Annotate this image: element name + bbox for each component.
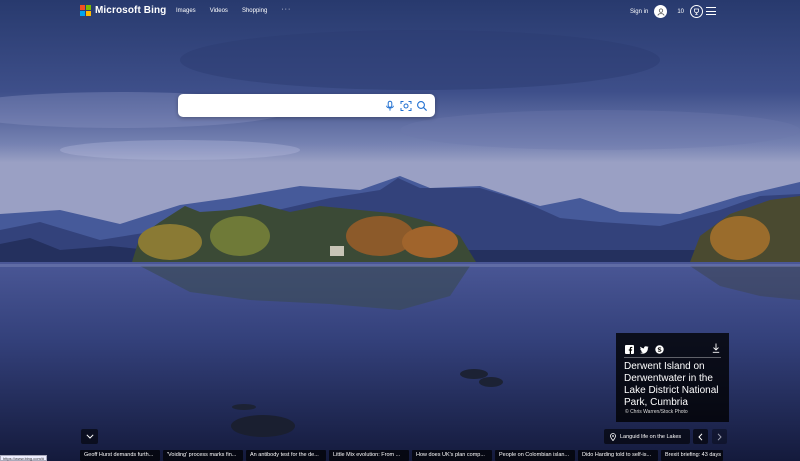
news-item[interactable]: Dido Harding told to self-is... — [578, 450, 658, 461]
news-item[interactable]: How does UK's plan comp... — [412, 450, 492, 461]
brand-name: Microsoft Bing — [95, 5, 167, 16]
search-icon[interactable] — [416, 99, 428, 112]
news-strip: Geoff Hurst demands furth... 'Voiding' p… — [80, 450, 723, 461]
search-box — [178, 94, 435, 117]
news-item[interactable]: Brexit briefing: 43 days — [661, 450, 723, 461]
next-image-button[interactable] — [712, 429, 727, 444]
nav-shopping[interactable]: Shopping — [242, 8, 267, 14]
location-pin-icon — [610, 432, 616, 441]
news-item[interactable]: An antibody test for the de... — [246, 450, 326, 461]
chevron-right-icon — [717, 432, 722, 441]
nav-videos[interactable]: Videos — [210, 8, 228, 14]
news-item[interactable]: Geoff Hurst demands furth... — [80, 450, 160, 461]
microphone-icon[interactable] — [384, 99, 396, 111]
microsoft-logo-icon — [80, 5, 91, 16]
nav-more-button[interactable]: ··· — [281, 6, 291, 14]
account-area: Sign in 10 — [630, 5, 703, 18]
previous-image-button[interactable] — [693, 429, 708, 444]
rewards-points[interactable]: 10 — [677, 9, 684, 15]
news-item[interactable]: People on Colombian islan... — [495, 450, 575, 461]
location-label: Languid life on the Lakes — [620, 433, 682, 440]
search-input[interactable] — [186, 98, 381, 113]
card-divider — [624, 357, 721, 358]
image-credit: © Chris Warren/Stock Photo — [625, 409, 688, 415]
twitter-icon[interactable] — [640, 341, 649, 354]
facebook-icon[interactable] — [625, 341, 634, 354]
chevron-left-icon — [698, 432, 703, 441]
expand-feed-button[interactable] — [81, 429, 98, 444]
user-avatar-icon[interactable] — [654, 5, 668, 18]
chevron-down-icon — [85, 434, 94, 439]
rewards-trophy-icon[interactable] — [690, 5, 703, 18]
top-header: Microsoft Bing Images Videos Shopping ··… — [0, 0, 800, 24]
status-bar-url: https://www.bing.com/# — [0, 455, 48, 461]
skype-icon[interactable] — [655, 341, 664, 354]
bing-logo[interactable]: Microsoft Bing — [80, 5, 166, 16]
sign-in-link[interactable]: Sign in — [630, 9, 648, 15]
image-title[interactable]: Derwent Island on Derwentwater in the La… — [624, 361, 728, 409]
image-location-link[interactable]: Languid life on the Lakes — [604, 429, 690, 444]
visual-search-icon[interactable] — [400, 99, 412, 111]
menu-hamburger-icon[interactable] — [706, 7, 716, 15]
image-info-card: Derwent Island on Derwentwater in the La… — [616, 333, 729, 422]
download-icon[interactable] — [712, 340, 720, 353]
scope-nav: Images Videos Shopping ··· — [176, 6, 305, 14]
nav-images[interactable]: Images — [176, 8, 196, 14]
share-icons — [625, 341, 664, 354]
news-item[interactable]: Little Mix evolution: From ... — [329, 450, 409, 461]
news-item[interactable]: 'Voiding' process marks fin... — [163, 450, 243, 461]
